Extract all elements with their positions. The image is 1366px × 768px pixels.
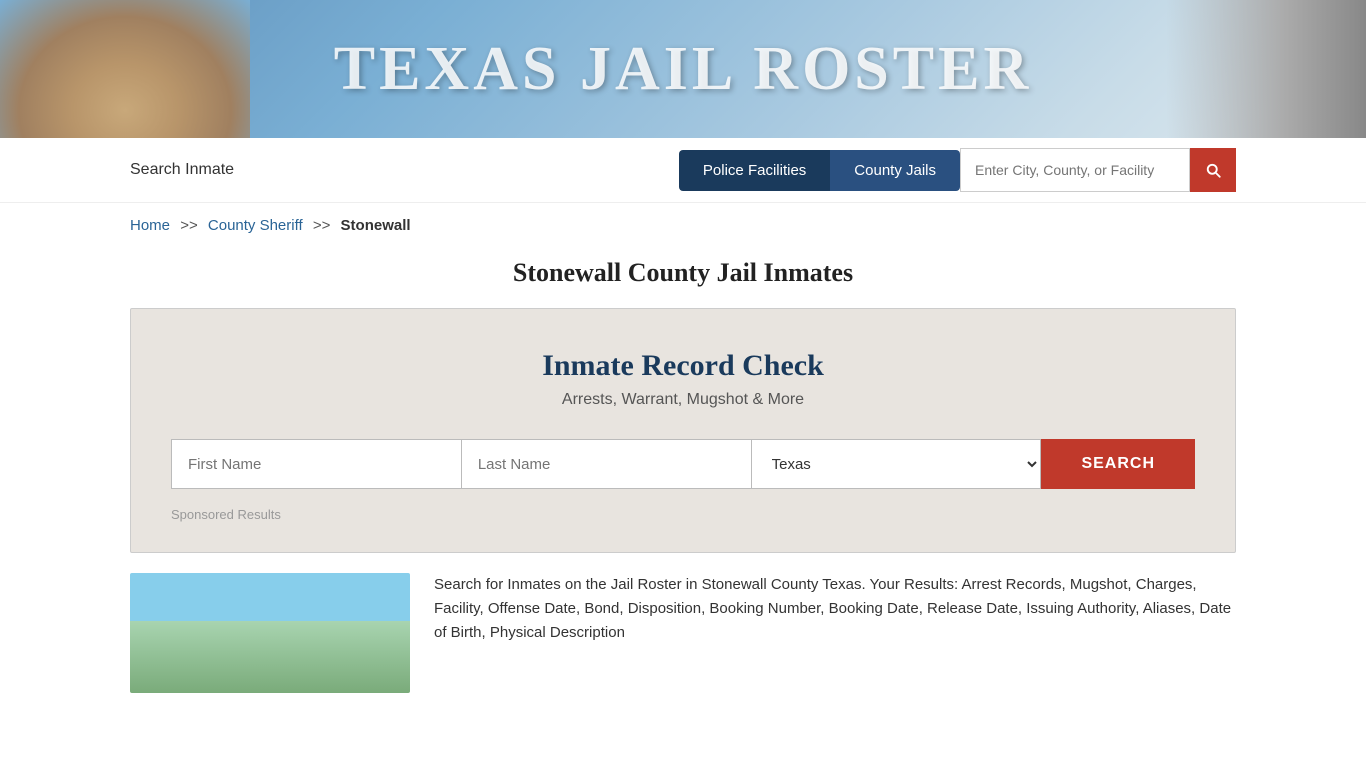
site-title: Texas Jail Roster xyxy=(334,34,1033,105)
facility-search-button[interactable] xyxy=(1190,148,1236,192)
breadcrumb-sep1: >> xyxy=(180,217,198,234)
header-banner: Texas Jail Roster xyxy=(0,0,1366,138)
sponsored-results: Sponsored Results xyxy=(171,507,1195,522)
bottom-image xyxy=(130,573,410,693)
capitol-image xyxy=(0,0,250,138)
search-inmate-label: Search Inmate xyxy=(130,161,234,179)
record-search-button[interactable]: SEARCH xyxy=(1041,439,1195,489)
nav-right: Police Facilities County Jails xyxy=(679,148,1236,192)
banner-right-image xyxy=(1166,0,1366,138)
state-select[interactable]: AlabamaAlaskaArizonaArkansasCaliforniaCo… xyxy=(752,439,1042,489)
breadcrumb-county-sheriff[interactable]: County Sheriff xyxy=(208,217,303,234)
first-name-input[interactable] xyxy=(171,439,462,489)
bottom-section: Search for Inmates on the Jail Roster in… xyxy=(130,573,1236,693)
breadcrumb-current: Stonewall xyxy=(341,217,411,234)
breadcrumb-sep2: >> xyxy=(313,217,331,234)
record-box-title: Inmate Record Check xyxy=(171,349,1195,383)
county-jails-button[interactable]: County Jails xyxy=(830,150,960,191)
nav-bar: Search Inmate Police Facilities County J… xyxy=(0,138,1366,203)
facility-search-input[interactable] xyxy=(960,148,1190,192)
breadcrumb: Home >> County Sheriff >> Stonewall xyxy=(0,203,1366,248)
record-search-row: AlabamaAlaskaArizonaArkansasCaliforniaCo… xyxy=(171,439,1195,489)
page-title: Stonewall County Jail Inmates xyxy=(0,258,1366,288)
last-name-input[interactable] xyxy=(462,439,752,489)
breadcrumb-home[interactable]: Home xyxy=(130,217,170,234)
search-icon xyxy=(1204,161,1222,179)
record-box-subtitle: Arrests, Warrant, Mugshot & More xyxy=(171,391,1195,409)
inmate-record-box: Inmate Record Check Arrests, Warrant, Mu… xyxy=(130,308,1236,553)
police-facilities-button[interactable]: Police Facilities xyxy=(679,150,830,191)
bottom-description: Search for Inmates on the Jail Roster in… xyxy=(434,573,1236,693)
banner-left-image xyxy=(0,0,250,138)
